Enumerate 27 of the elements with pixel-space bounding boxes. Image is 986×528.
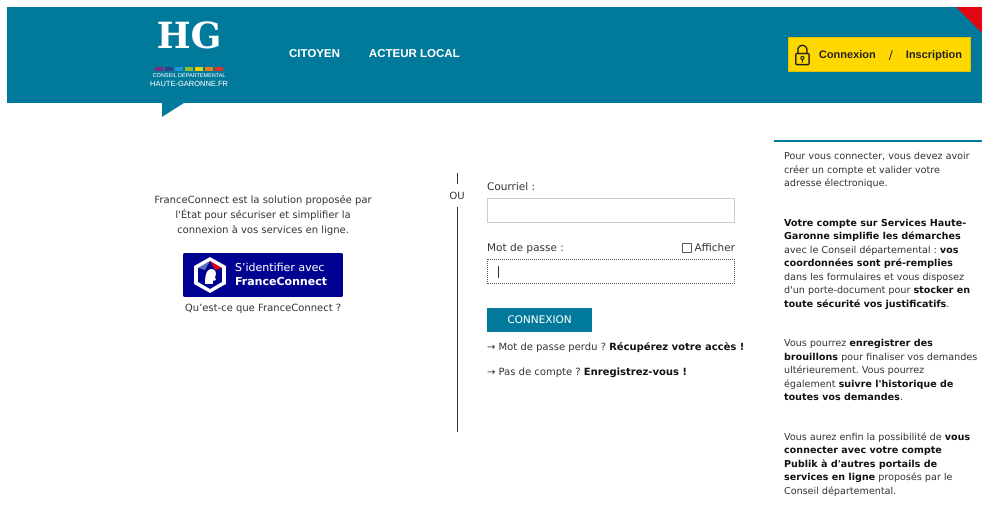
register-link[interactable]: Inscription <box>906 48 962 60</box>
text-link[interactable]: Enregistrez-vous ! <box>584 367 687 378</box>
logo-mark: HG <box>156 17 222 57</box>
show-password-checkbox[interactable]: Afficher <box>682 242 735 254</box>
info-paragraph: Votre compte sur Services Haute-Garonne simplifie les démarches avec le Conseil départemental : vos coordonnées sont pré-remplies dans les formulaires et vous disposez d'un porte-document pour stocker en toute sécurité vos justificatifs. <box>784 216 972 311</box>
login-link[interactable]: Connexion <box>818 48 876 60</box>
color-stripes-icon <box>155 66 223 71</box>
account-button[interactable]: Connexion / Inscription <box>788 37 971 72</box>
intro-text: FranceConnect est la solution proposée par l'État pour sécuriser et simplifier la connexion à vos services en ligne. <box>153 194 373 238</box>
help-text: → Pas de compte ? Enregistrez-vous ! <box>487 366 688 380</box>
login-button[interactable]: CONNEXION <box>487 308 592 332</box>
info-paragraph: Pour vous connecter, vous devez avoir créer un compte et valider votre adresse électronique. <box>784 150 971 190</box>
hexagon-profile-icon <box>193 256 227 294</box>
corner-ribbon-icon <box>956 7 982 33</box>
field-label: Courriel : <box>487 181 536 193</box>
info-paragraph: Vous pourrez enregistrer des brouillons pour finaliser vos demandes ultérieurement. Vous pourrez également suivre l'historique de toutes vos demandes. <box>784 337 978 404</box>
separator-text: / <box>888 48 893 62</box>
help-link[interactable]: Qu’est-ce que FranceConnect ? <box>184 303 342 314</box>
separator-text: OU <box>449 191 465 202</box>
field-label: Mot de passe : <box>487 242 564 254</box>
nav-link[interactable]: ACTEUR LOCAL <box>368 48 460 60</box>
franceconnect-button[interactable]: S’identifier avec FranceConnect <box>183 253 343 297</box>
password-field[interactable] <box>487 259 735 284</box>
text-link[interactable]: Récupérez votre accès ! <box>609 342 744 353</box>
email-field[interactable] <box>487 198 735 223</box>
info-paragraph: Vous aurez enfin la possibilité de vous connecter avec votre compte Publik à d'autres portails de services en ligne proposés par le Conseil départemental. <box>784 430 972 498</box>
nav-link[interactable]: CITOYEN <box>289 48 340 60</box>
